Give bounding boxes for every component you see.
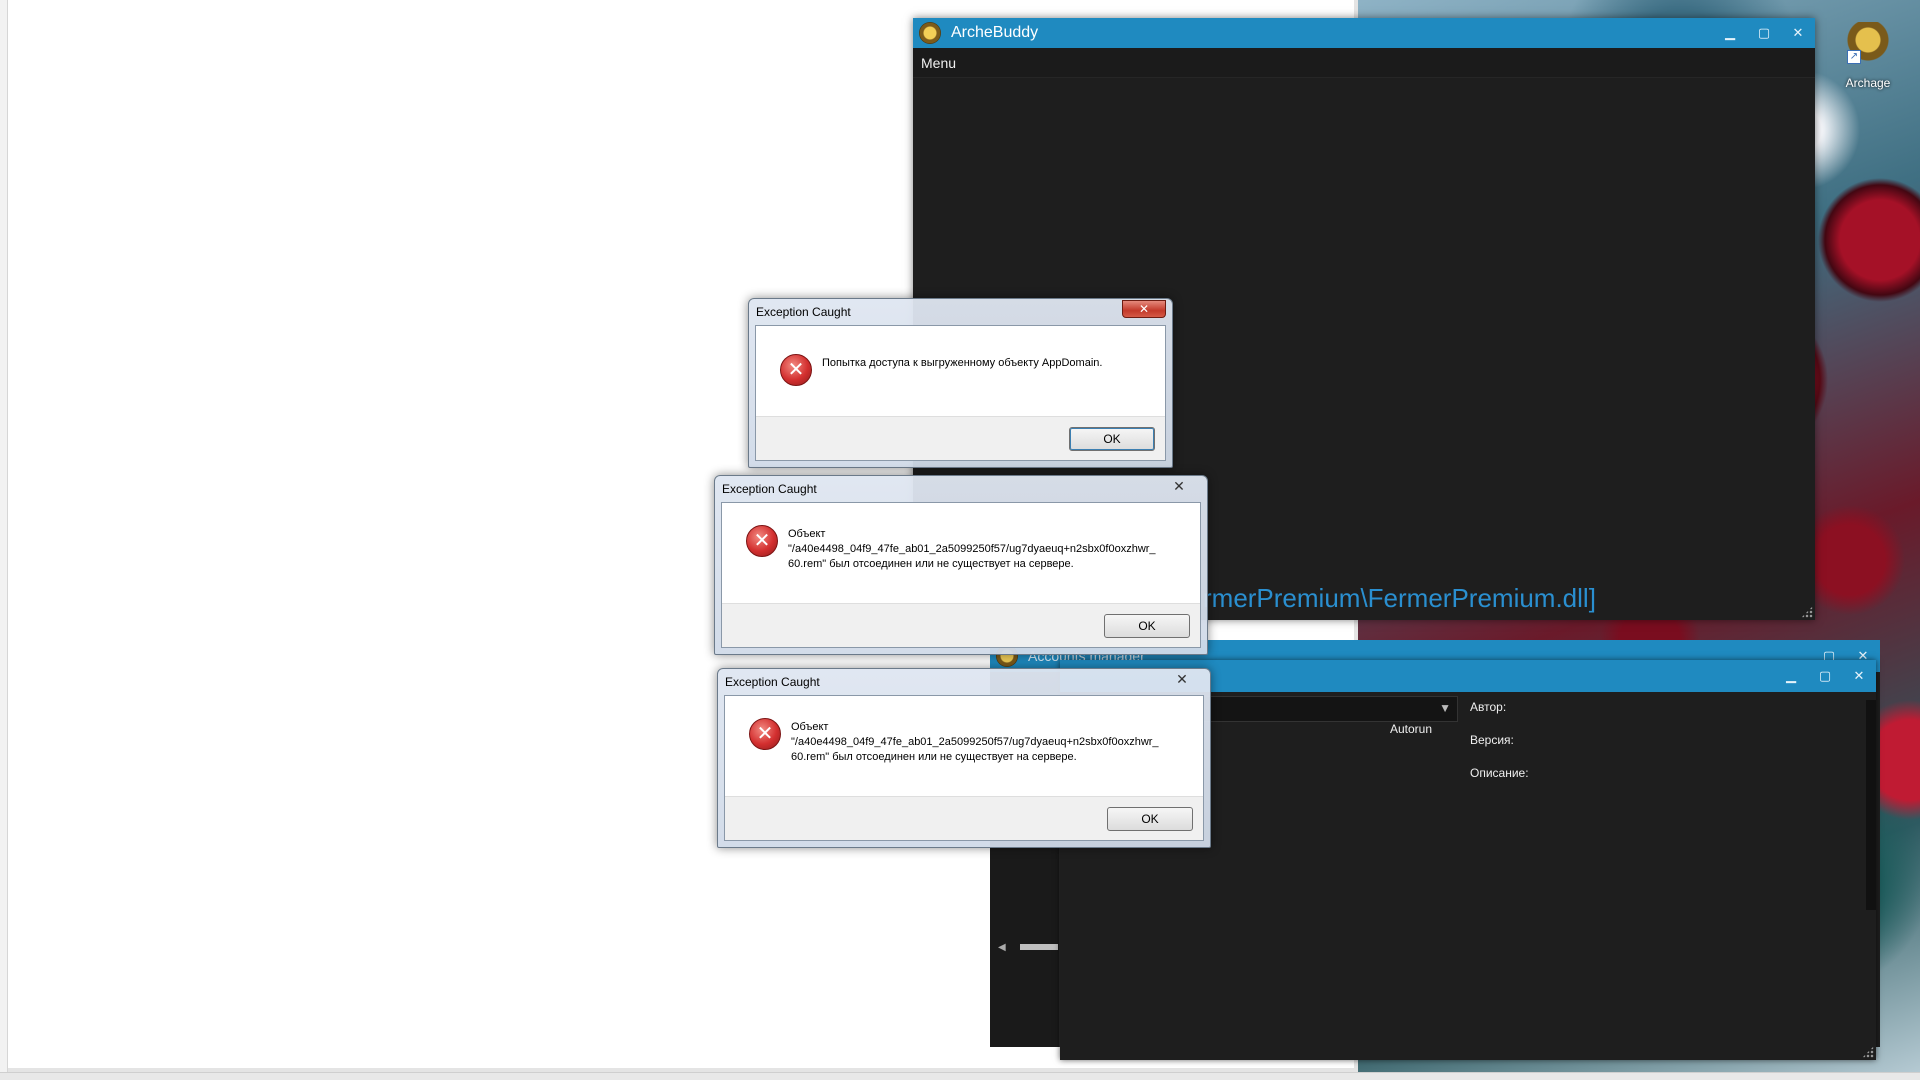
dialog-message: Объект "/a40e4498_04f9_47fe_ab01_2a50992… bbox=[788, 525, 1156, 572]
dialog-content: ✕ Попытка доступа к выгруженному объекту… bbox=[755, 325, 1166, 461]
plugins-resize-grip[interactable] bbox=[1862, 1046, 1874, 1058]
ok-button[interactable]: OK bbox=[1107, 807, 1193, 831]
dialog-title: Exception Caught bbox=[722, 482, 817, 496]
dialog-message: Попытка доступа к выгруженному объекту A… bbox=[822, 357, 1103, 369]
description-label: Описание: bbox=[1470, 766, 1529, 780]
author-label: Автор: bbox=[1470, 700, 1507, 714]
plugins-minimize-button[interactable]: ▁ bbox=[1774, 668, 1808, 684]
exception-dialog-2: Exception Caught ✕ ✕ Объект "/a40e4498_0… bbox=[714, 475, 1208, 655]
dialog-title: Exception Caught bbox=[756, 305, 851, 319]
scrollbar-thumb[interactable] bbox=[1020, 944, 1058, 950]
dialog-titlebar[interactable]: Exception Caught ✕ bbox=[755, 299, 1166, 325]
dialog-titlebar[interactable]: Exception Caught ✕ bbox=[721, 476, 1201, 502]
scroll-left-icon[interactable]: ◀ bbox=[998, 942, 1006, 953]
screen-bottom-edge bbox=[0, 1072, 1920, 1080]
exception-dialog-1: Exception Caught ✕ ✕ Попытка доступа к в… bbox=[748, 298, 1173, 468]
plugin-details: Автор: Версия: Описание: bbox=[1470, 700, 1529, 799]
exception-dialog-3: Exception Caught ✕ ✕ Объект "/a40e4498_0… bbox=[717, 668, 1211, 848]
menu-item-menu[interactable]: Menu bbox=[921, 55, 956, 71]
dialog-title: Exception Caught bbox=[725, 675, 820, 689]
dialog-footer: OK bbox=[725, 796, 1203, 840]
version-label: Версия: bbox=[1470, 733, 1514, 747]
message-line: "/a40e4498_04f9_47fe_ab01_2a5099250f57/u… bbox=[791, 736, 1159, 748]
plugins-vertical-scrollbar[interactable] bbox=[1866, 700, 1876, 910]
minimize-button[interactable]: ▁ bbox=[1713, 25, 1747, 41]
archebuddy-title: ArcheBuddy bbox=[951, 24, 1039, 41]
message-line: "/a40e4498_04f9_47fe_ab01_2a5099250f57/u… bbox=[788, 543, 1156, 555]
message-line: 60.rem" был отсоединен или не существует… bbox=[791, 751, 1077, 763]
archage-icon: ↗ bbox=[1847, 22, 1889, 64]
ok-button[interactable]: OK bbox=[1069, 427, 1155, 451]
maximize-button[interactable]: ▢ bbox=[1747, 25, 1781, 41]
accounts-horizontal-scrollbar[interactable]: ◀ bbox=[998, 942, 1058, 953]
plugins-close-button[interactable]: ✕ bbox=[1842, 668, 1876, 684]
window-left-edge bbox=[0, 0, 8, 1072]
archebuddy-titlebar[interactable]: ArcheBuddy ▁ ▢ ✕ bbox=[913, 18, 1815, 48]
archebuddy-status-text: rmerPremium\FermerPremium.dll] bbox=[1203, 583, 1596, 613]
close-button[interactable]: ✕ bbox=[1781, 25, 1815, 41]
autorun-column-header[interactable]: Autorun bbox=[1390, 722, 1432, 736]
dialog-content: ✕ Объект "/a40e4498_04f9_47fe_ab01_2a509… bbox=[724, 695, 1204, 841]
message-line: Объект bbox=[791, 721, 829, 733]
dialog-close-button[interactable]: ✕ bbox=[1160, 670, 1204, 688]
dialog-message: Объект "/a40e4498_04f9_47fe_ab01_2a50992… bbox=[791, 718, 1159, 765]
message-line: 60.rem" был отсоединен или не существует… bbox=[788, 558, 1074, 570]
ok-button[interactable]: OK bbox=[1104, 614, 1190, 638]
dialog-close-button[interactable]: ✕ bbox=[1122, 300, 1166, 318]
archebuddy-app-icon bbox=[919, 22, 941, 44]
error-icon: ✕ bbox=[749, 718, 781, 750]
archebuddy-menubar: Menu bbox=[913, 48, 1815, 78]
shortcut-arrow-icon: ↗ bbox=[1847, 50, 1861, 64]
dialog-content: ✕ Объект "/a40e4498_04f9_47fe_ab01_2a509… bbox=[721, 502, 1201, 648]
dialog-titlebar[interactable]: Exception Caught ✕ bbox=[724, 669, 1204, 695]
chevron-down-icon[interactable]: ▼ bbox=[1439, 701, 1451, 715]
plugins-maximize-button[interactable]: ▢ bbox=[1808, 668, 1842, 684]
dialog-close-button[interactable]: ✕ bbox=[1157, 477, 1201, 495]
desktop-shortcut-label: Archage bbox=[1845, 76, 1891, 90]
error-icon: ✕ bbox=[746, 525, 778, 557]
desktop-shortcut-archage[interactable]: ↗ Archage bbox=[1828, 22, 1908, 102]
error-icon: ✕ bbox=[780, 354, 812, 386]
dialog-footer: OK bbox=[756, 416, 1165, 460]
dialog-footer: OK bbox=[722, 603, 1200, 647]
message-line: Объект bbox=[788, 528, 826, 540]
